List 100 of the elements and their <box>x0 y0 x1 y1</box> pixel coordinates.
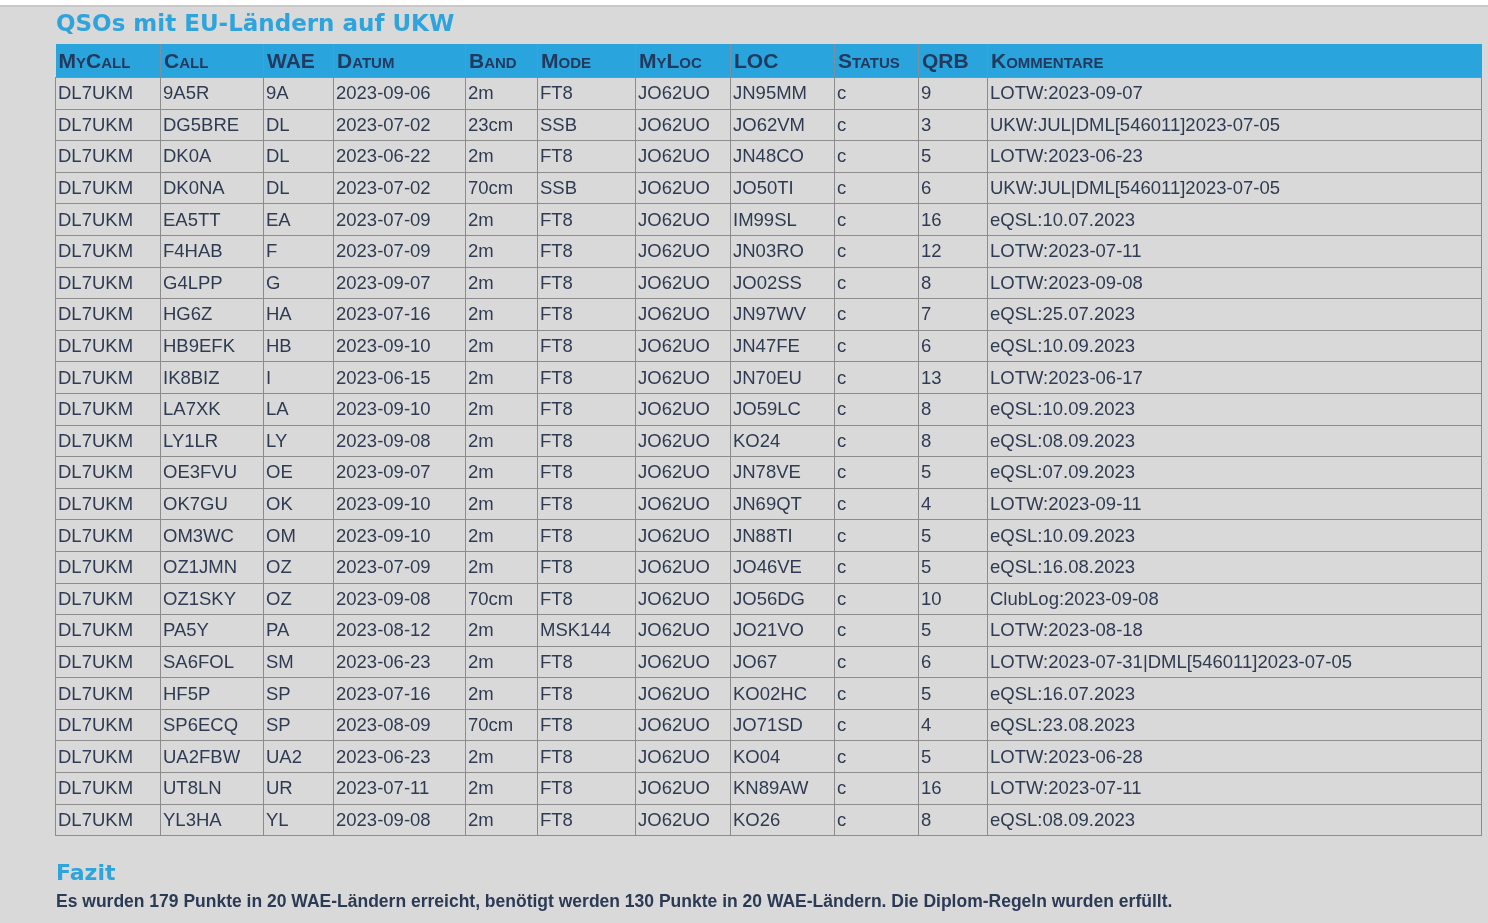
table-cell: c <box>834 235 919 268</box>
table-cell: 8 <box>918 267 988 299</box>
table-cell: 2m <box>465 361 538 394</box>
table-cell: 2m <box>465 235 538 268</box>
table-cell: 2023-09-06 <box>333 77 466 110</box>
table-cell: c <box>834 740 919 773</box>
table-cell: 7 <box>918 298 988 331</box>
table-cell: FT8 <box>537 456 636 489</box>
table-cell: c <box>834 804 919 836</box>
table-cell: DL7UKM <box>55 804 161 836</box>
table-cell: c <box>834 393 919 426</box>
table-cell: 2m <box>465 646 538 678</box>
table-cell: JO50TI <box>730 172 835 204</box>
table-cell: eQSL:08.09.2023 <box>987 425 1482 457</box>
table-cell: JO62UO <box>635 330 731 362</box>
table-cell: DL7UKM <box>55 709 161 741</box>
table-cell: 4 <box>918 709 988 741</box>
table-cell: 8 <box>918 804 988 836</box>
table-cell: UKW:JUL|DML[546011]2023-07-05 <box>987 172 1482 204</box>
table-cell: 2m <box>465 772 538 805</box>
table-cell: DL7UKM <box>55 740 161 773</box>
section-heading: Fazit <box>56 860 117 886</box>
table-cell: 2m <box>465 488 538 520</box>
column-header: WAE <box>263 44 334 78</box>
table-cell: YL3HA <box>160 804 264 836</box>
table-cell: 2m <box>465 140 538 173</box>
table-cell: FT8 <box>537 551 636 583</box>
table-cell: 2023-07-02 <box>333 109 466 141</box>
column-header: Call <box>160 44 264 78</box>
table-cell: JO62UO <box>635 203 731 236</box>
table-cell: LY1LR <box>160 425 264 457</box>
table-cell: SP <box>263 677 334 710</box>
table-cell: OM <box>263 519 334 552</box>
table-cell: LOTW:2023-09-11 <box>987 488 1482 520</box>
table-cell: FT8 <box>537 361 636 394</box>
table-cell: 2m <box>465 425 538 457</box>
table-cell: JN88TI <box>730 519 835 552</box>
table-cell: 2023-06-22 <box>333 140 466 173</box>
table-cell: JO62UO <box>635 267 731 299</box>
table-cell: JO62UO <box>635 804 731 836</box>
table-cell: JO62UO <box>635 140 731 173</box>
table-cell: c <box>834 77 919 110</box>
table-cell: 6 <box>918 646 988 678</box>
table-cell: eQSL:16.08.2023 <box>987 551 1482 583</box>
table-cell: YL <box>263 804 334 836</box>
table-cell: 5 <box>918 677 988 710</box>
table-cell: 2023-07-09 <box>333 203 466 236</box>
table-cell: eQSL:10.09.2023 <box>987 393 1482 426</box>
table-cell: FT8 <box>537 140 636 173</box>
table-cell: c <box>834 330 919 362</box>
table-cell: DL7UKM <box>55 77 161 110</box>
table-cell: 2m <box>465 267 538 299</box>
table-cell: DL7UKM <box>55 393 161 426</box>
table-cell: JO56DG <box>730 583 835 615</box>
table-cell: OE <box>263 456 334 489</box>
table-cell: OZ1SKY <box>160 583 264 615</box>
table-cell: DL7UKM <box>55 425 161 457</box>
table-cell: 2m <box>465 203 538 236</box>
table-cell: FT8 <box>537 330 636 362</box>
table-cell: I <box>263 361 334 394</box>
table-cell: JO62UO <box>635 646 731 678</box>
table-cell: ClubLog:2023-09-08 <box>987 583 1482 615</box>
table-cell: LOTW:2023-06-28 <box>987 740 1482 773</box>
table-cell: eQSL:10.07.2023 <box>987 203 1482 236</box>
table-cell: JN78VE <box>730 456 835 489</box>
table-cell: FT8 <box>537 740 636 773</box>
table-cell: 12 <box>918 235 988 268</box>
table-cell: 8 <box>918 425 988 457</box>
table-cell: 2m <box>465 519 538 552</box>
table-cell: FT8 <box>537 804 636 836</box>
table-cell: KO24 <box>730 425 835 457</box>
table-cell: EA <box>263 203 334 236</box>
table-cell: 2023-06-15 <box>333 361 466 394</box>
table-cell: FT8 <box>537 772 636 805</box>
table-cell: JN69QT <box>730 488 835 520</box>
column-header: LOC <box>730 44 835 78</box>
table-cell: DL7UKM <box>55 677 161 710</box>
table-cell: 2023-07-11 <box>333 772 466 805</box>
table-cell: JO67 <box>730 646 835 678</box>
table-cell: c <box>834 361 919 394</box>
table-cell: 5 <box>918 740 988 773</box>
table-cell: eQSL:25.07.2023 <box>987 298 1482 331</box>
table-cell: LOTW:2023-08-18 <box>987 614 1482 647</box>
table-cell: JO62UO <box>635 614 731 647</box>
table-cell: 5 <box>918 140 988 173</box>
table-cell: eQSL:07.09.2023 <box>987 456 1482 489</box>
table-cell: FT8 <box>537 488 636 520</box>
summary-text: Es wurden 179 Punkte in 20 WAE-Ländern erreicht, benötigt werden 130 Punkte in 20 WAE-Ländern. Die Diplom-Regeln wurden erfüllt. <box>56 891 1174 913</box>
table-cell: 9 <box>918 77 988 110</box>
table-cell: PA <box>263 614 334 647</box>
table-cell: FT8 <box>537 646 636 678</box>
table-cell: 2023-07-16 <box>333 298 466 331</box>
table-cell: JN03RO <box>730 235 835 268</box>
column-header: QRB <box>918 44 988 78</box>
table-cell: SSB <box>537 172 636 204</box>
table-cell: 2023-09-08 <box>333 804 466 836</box>
table-cell: JO62UO <box>635 551 731 583</box>
table-cell: JO62VM <box>730 109 835 141</box>
table-cell: 8 <box>918 393 988 426</box>
table-cell: DL7UKM <box>55 519 161 552</box>
